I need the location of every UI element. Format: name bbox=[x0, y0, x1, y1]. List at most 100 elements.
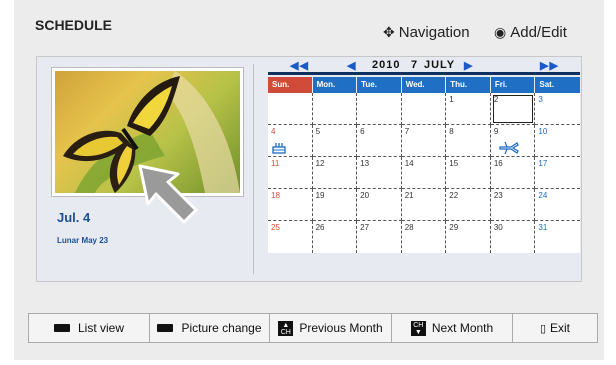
calendar-day-number: 4 bbox=[271, 127, 276, 136]
calendar-day-cell[interactable]: 30 bbox=[491, 221, 536, 253]
calendar-day-cell[interactable]: 5 bbox=[312, 125, 358, 157]
calendar-day-number: 14 bbox=[404, 159, 414, 168]
four-arrow-icon: ✥ bbox=[383, 24, 395, 40]
calendar-day-cell[interactable]: 15 bbox=[446, 157, 491, 189]
weekday-sat: Sat. bbox=[535, 77, 580, 93]
channel-down-icon: CH ▼ bbox=[410, 320, 426, 336]
calendar-day-cell[interactable]: 3 bbox=[535, 93, 580, 125]
calendar-day-cell[interactable]: 25 bbox=[268, 221, 313, 253]
picture-change-label: Picture change bbox=[181, 321, 262, 335]
calendar-header-rule bbox=[268, 72, 580, 75]
birthday-cake-icon bbox=[272, 140, 286, 156]
previous-month-button[interactable]: ▲ CH Previous Month bbox=[270, 314, 392, 342]
calendar-day-number: 16 bbox=[493, 159, 503, 168]
calendar-day-cell[interactable] bbox=[268, 93, 313, 125]
calendar-day-cell[interactable] bbox=[312, 93, 358, 125]
calendar-day-number: 26 bbox=[315, 223, 325, 232]
black-key-icon bbox=[53, 324, 70, 332]
calendar-day-number: 17 bbox=[538, 159, 548, 168]
calendar-day-cell[interactable]: 17 bbox=[535, 157, 580, 189]
calendar-day-number: 3 bbox=[538, 95, 543, 104]
calendar-grid: 1 2 3 4 5 6 7 8 9 10 11 12 13 14 15 16 17 18 19 20 21 22 23 24 2… bbox=[268, 93, 580, 253]
calendar-day-number: 12 bbox=[315, 159, 325, 168]
calendar-day-number: 21 bbox=[404, 191, 414, 200]
add-edit-label: Add/Edit bbox=[510, 24, 567, 41]
airplane-icon bbox=[499, 141, 519, 157]
calendar-day-cell[interactable]: 28 bbox=[402, 221, 447, 253]
calendar-day-cell[interactable]: 8 bbox=[446, 125, 491, 157]
calendar-day-cell[interactable]: 19 bbox=[312, 189, 358, 221]
calendar-day-number: 29 bbox=[449, 223, 459, 232]
calendar-day-cell[interactable]: 29 bbox=[446, 221, 491, 253]
calendar-day-cell[interactable]: 20 bbox=[357, 189, 402, 221]
selected-date: Jul. 4 bbox=[57, 210, 91, 225]
navigation-label: Navigation bbox=[398, 24, 470, 41]
calendar-day-number: 24 bbox=[538, 191, 548, 200]
calendar-day-cell[interactable]: 18 bbox=[268, 189, 313, 221]
calendar-day-cell[interactable]: 10 bbox=[535, 125, 580, 157]
picture-change-button[interactable]: Picture change bbox=[150, 314, 270, 342]
calendar-month-name: JULY bbox=[424, 59, 456, 71]
calendar-day-number: 6 bbox=[360, 127, 365, 136]
calendar-day-cell[interactable]: 27 bbox=[357, 221, 402, 253]
next-month-label: Next Month bbox=[431, 321, 494, 335]
previous-month-icon[interactable]: ◀ bbox=[347, 59, 356, 72]
calendar-day-number: 18 bbox=[271, 191, 280, 200]
calendar-day-number: 1 bbox=[449, 95, 454, 104]
calendar-day-number: 7 bbox=[404, 127, 410, 136]
weekday-mon: Mon. bbox=[312, 77, 358, 93]
calendar-day-cell[interactable]: 2 bbox=[490, 93, 536, 125]
calendar-day-cell[interactable]: 7 bbox=[401, 125, 447, 157]
exit-button[interactable]: ▯ Exit bbox=[513, 314, 597, 342]
calendar-day-number: 25 bbox=[271, 223, 280, 232]
channel-up-icon: ▲ CH bbox=[278, 320, 294, 336]
list-view-label: List view bbox=[77, 321, 124, 335]
calendar-day-cell[interactable]: 16 bbox=[490, 157, 536, 189]
calendar-day-number: 30 bbox=[493, 223, 503, 232]
previous-month-label: Previous Month bbox=[299, 321, 383, 335]
calendar-day-number: 9 bbox=[493, 127, 499, 136]
calendar-day-cell[interactable]: 21 bbox=[401, 189, 447, 221]
calendar-day-cell[interactable]: 1 bbox=[446, 93, 491, 125]
calendar-day-number: 31 bbox=[538, 223, 548, 232]
calendar-day-number: 10 bbox=[538, 127, 548, 136]
radio-dot-icon: ◉ bbox=[494, 24, 507, 40]
calendar-day-number: 19 bbox=[315, 191, 325, 200]
calendar-day-cell[interactable]: 22 bbox=[446, 189, 491, 221]
next-month-icon[interactable]: ▶ bbox=[464, 59, 473, 72]
calendar-day-number: 15 bbox=[449, 159, 459, 168]
calendar-day-number: 20 bbox=[360, 191, 370, 200]
calendar-year: 2010 bbox=[372, 59, 401, 71]
bottom-button-bar: List view Picture change ▲ CH Previous Mon… bbox=[28, 313, 598, 343]
previous-year-icon[interactable]: ◀◀ bbox=[290, 59, 309, 72]
calendar-month-number: 7 bbox=[411, 59, 419, 71]
calendar-day-number: 28 bbox=[404, 223, 414, 232]
calendar-day-cell[interactable] bbox=[401, 93, 447, 125]
calendar-day-cell[interactable]: 12 bbox=[312, 157, 358, 189]
calendar-day-number: 5 bbox=[315, 127, 321, 136]
calendar-day-cell[interactable]: 26 bbox=[313, 221, 358, 253]
add-edit-legend: ◉ Add/Edit bbox=[494, 24, 567, 41]
calendar-day-cell[interactable]: 14 bbox=[401, 157, 447, 189]
next-year-icon[interactable]: ▶▶ bbox=[540, 59, 559, 72]
next-month-button[interactable]: CH ▼ Next Month bbox=[392, 314, 513, 342]
calendar-day-cell[interactable]: 31 bbox=[535, 221, 580, 253]
calendar-day-cell[interactable] bbox=[357, 93, 402, 125]
calendar-day-cell[interactable]: 4 bbox=[268, 125, 313, 157]
panel-divider bbox=[253, 64, 254, 274]
calendar-day-cell[interactable]: 23 bbox=[490, 189, 536, 221]
calendar-day-cell[interactable]: 9 bbox=[490, 125, 536, 157]
calendar-day-number: 23 bbox=[493, 191, 503, 200]
calendar-day-number: 22 bbox=[449, 191, 459, 200]
calendar-day-cell[interactable]: 13 bbox=[357, 157, 402, 189]
calendar-day-number: 8 bbox=[449, 127, 454, 136]
page-title: SCHEDULE bbox=[35, 17, 113, 33]
calendar-day-cell[interactable]: 6 bbox=[357, 125, 402, 157]
list-view-button[interactable]: List view bbox=[29, 314, 150, 342]
exit-icon: ▯ bbox=[539, 322, 547, 335]
lunar-date: Lunar May 23 bbox=[57, 236, 109, 245]
calendar-day-cell[interactable]: 24 bbox=[535, 189, 580, 221]
weekday-wed: Wed. bbox=[401, 77, 447, 93]
calendar-day-cell[interactable]: 11 bbox=[268, 157, 313, 189]
calendar-day-number: 27 bbox=[360, 223, 370, 232]
